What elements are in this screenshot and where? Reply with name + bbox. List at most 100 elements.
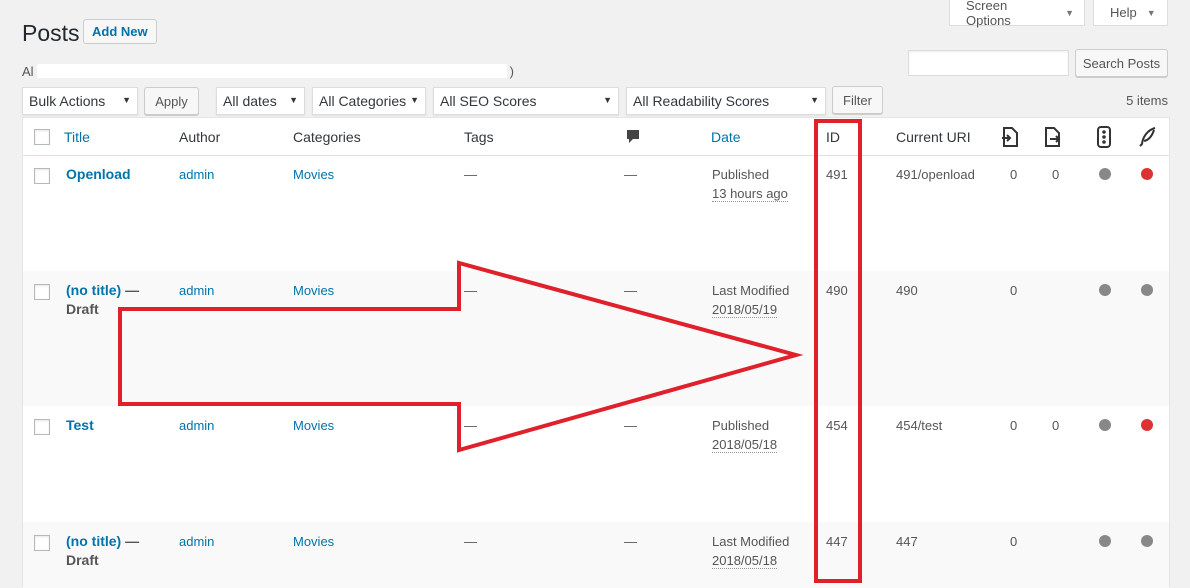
readability-score-dot [1141, 535, 1153, 547]
post-title-link[interactable]: Test [66, 416, 94, 435]
help-label: Help [1110, 5, 1137, 20]
post-title-link[interactable]: (no title) — Draft [66, 281, 156, 319]
help-tab[interactable]: Help ▼ [1093, 0, 1168, 26]
post-status-text: Published [712, 418, 770, 433]
comments-value: — [624, 283, 637, 298]
dropdown-arrow-icon: ▼ [122, 95, 131, 105]
seo-score-filter-value: All SEO Scores [440, 93, 537, 109]
select-all-checkbox[interactable] [34, 129, 50, 145]
post-id: 490 [826, 283, 848, 298]
internal-links-out-icon [1043, 126, 1063, 151]
status-links-prefix[interactable]: Al [22, 64, 34, 79]
current-uri: 454/test [896, 418, 943, 433]
tags-value: — [464, 534, 477, 549]
post-status-filter-links: Al ) [22, 64, 514, 79]
items-count: 5 items [1126, 93, 1168, 108]
author-link[interactable]: admin [179, 532, 214, 551]
comments-value: — [624, 167, 637, 182]
dropdown-arrow-icon: ▼ [410, 95, 419, 105]
comment-icon[interactable] [626, 129, 640, 147]
post-date-text: 2018/05/18 [712, 553, 778, 569]
category-link[interactable]: Movies [293, 281, 334, 300]
readability-score-dot [1141, 419, 1153, 431]
caret-down-icon: ▼ [1146, 7, 1156, 18]
table-row: (no title) — Draft admin Movies — — Last… [23, 271, 1169, 406]
category-link[interactable]: Movies [293, 416, 334, 435]
internal-links-in-icon [1000, 126, 1020, 151]
search-posts-button[interactable]: Search Posts [1075, 49, 1168, 77]
column-id-header: ID [826, 129, 840, 145]
dates-filter-select[interactable]: All dates ▼ [216, 87, 305, 115]
table-row: Test admin Movies — — Published 2018/05/… [23, 406, 1169, 522]
post-title-link[interactable]: (no title) — Draft [66, 532, 156, 570]
post-id: 454 [826, 418, 848, 433]
date-cell: Published 2018/05/18 [712, 416, 778, 454]
post-title-text: Openload [66, 166, 131, 182]
screen-options-tab[interactable]: Screen Options ▼ [949, 0, 1085, 28]
current-uri: 490 [896, 283, 918, 298]
dropdown-arrow-icon: ▼ [289, 95, 298, 105]
table-row: Openload admin Movies — — Published 13 h… [23, 155, 1169, 271]
current-uri: 447 [896, 534, 918, 549]
filter-button[interactable]: Filter [832, 86, 883, 114]
seo-score-icon [1097, 126, 1111, 151]
seo-score-filter-select[interactable]: All SEO Scores ▼ [433, 87, 619, 115]
readability-feather-icon [1139, 127, 1157, 150]
bulk-actions-select[interactable]: Bulk Actions ▼ [22, 87, 138, 115]
tags-value: — [464, 283, 477, 298]
comments-value: — [624, 534, 637, 549]
bulk-actions-value: Bulk Actions [29, 93, 106, 109]
tags-value: — [464, 418, 477, 433]
current-uri: 491/openload [896, 167, 975, 182]
seo-score-dot [1099, 168, 1111, 180]
post-id: 491 [826, 167, 848, 182]
post-status-text: Last Modified [712, 283, 790, 298]
column-date-header[interactable]: Date [711, 129, 741, 145]
author-link[interactable]: admin [179, 165, 214, 184]
category-link[interactable]: Movies [293, 165, 334, 184]
dates-filter-value: All dates [223, 93, 277, 109]
categories-filter-value: All Categories [319, 93, 407, 109]
seo-score-dot [1099, 419, 1111, 431]
author-link[interactable]: admin [179, 281, 214, 300]
readability-filter-value: All Readability Scores [633, 93, 770, 109]
post-date-text: 2018/05/18 [712, 437, 778, 453]
readability-score-dot [1141, 168, 1153, 180]
categories-filter-select[interactable]: All Categories ▼ [312, 87, 426, 115]
readability-score-dot [1141, 284, 1153, 296]
apply-button[interactable]: Apply [144, 87, 199, 115]
dropdown-arrow-icon: ▼ [810, 95, 819, 105]
seo-score-dot [1099, 535, 1111, 547]
redacted-area [36, 64, 507, 78]
post-id: 447 [826, 534, 848, 549]
links-in-count: 0 [1010, 167, 1018, 182]
post-status-text: Last Modified [712, 534, 790, 549]
comments-value: — [624, 418, 637, 433]
row-checkbox[interactable] [34, 419, 50, 435]
caret-down-icon: ▼ [1065, 7, 1074, 18]
tags-value: — [464, 167, 477, 182]
seo-score-dot [1099, 284, 1111, 296]
post-title-text: (no title) [66, 533, 122, 549]
post-title-link[interactable]: Openload [66, 165, 131, 184]
row-checkbox[interactable] [34, 535, 50, 551]
column-uri-header: Current URI [896, 129, 971, 145]
links-out-count: 0 [1052, 418, 1060, 433]
column-title-header[interactable]: Title [64, 129, 90, 145]
table-header: Title Author Categories Tags Date ID Cur… [23, 118, 1169, 156]
search-input[interactable] [908, 50, 1069, 76]
readability-filter-select[interactable]: All Readability Scores ▼ [626, 87, 826, 115]
date-cell: Last Modified 2018/05/18 [712, 532, 789, 570]
posts-table: Title Author Categories Tags Date ID Cur… [22, 117, 1170, 588]
row-checkbox[interactable] [34, 284, 50, 300]
post-status-text: Published [712, 167, 770, 182]
column-categories-header: Categories [293, 129, 361, 145]
category-link[interactable]: Movies [293, 532, 334, 551]
table-row: (no title) — Draft admin Movies — — Last… [23, 522, 1169, 588]
screen-options-label: Screen Options [966, 0, 1011, 28]
row-checkbox[interactable] [34, 168, 50, 184]
links-in-count: 0 [1010, 534, 1018, 549]
date-cell: Last Modified 2018/05/19 [712, 281, 789, 319]
add-new-button[interactable]: Add New [83, 19, 157, 44]
author-link[interactable]: admin [179, 416, 214, 435]
